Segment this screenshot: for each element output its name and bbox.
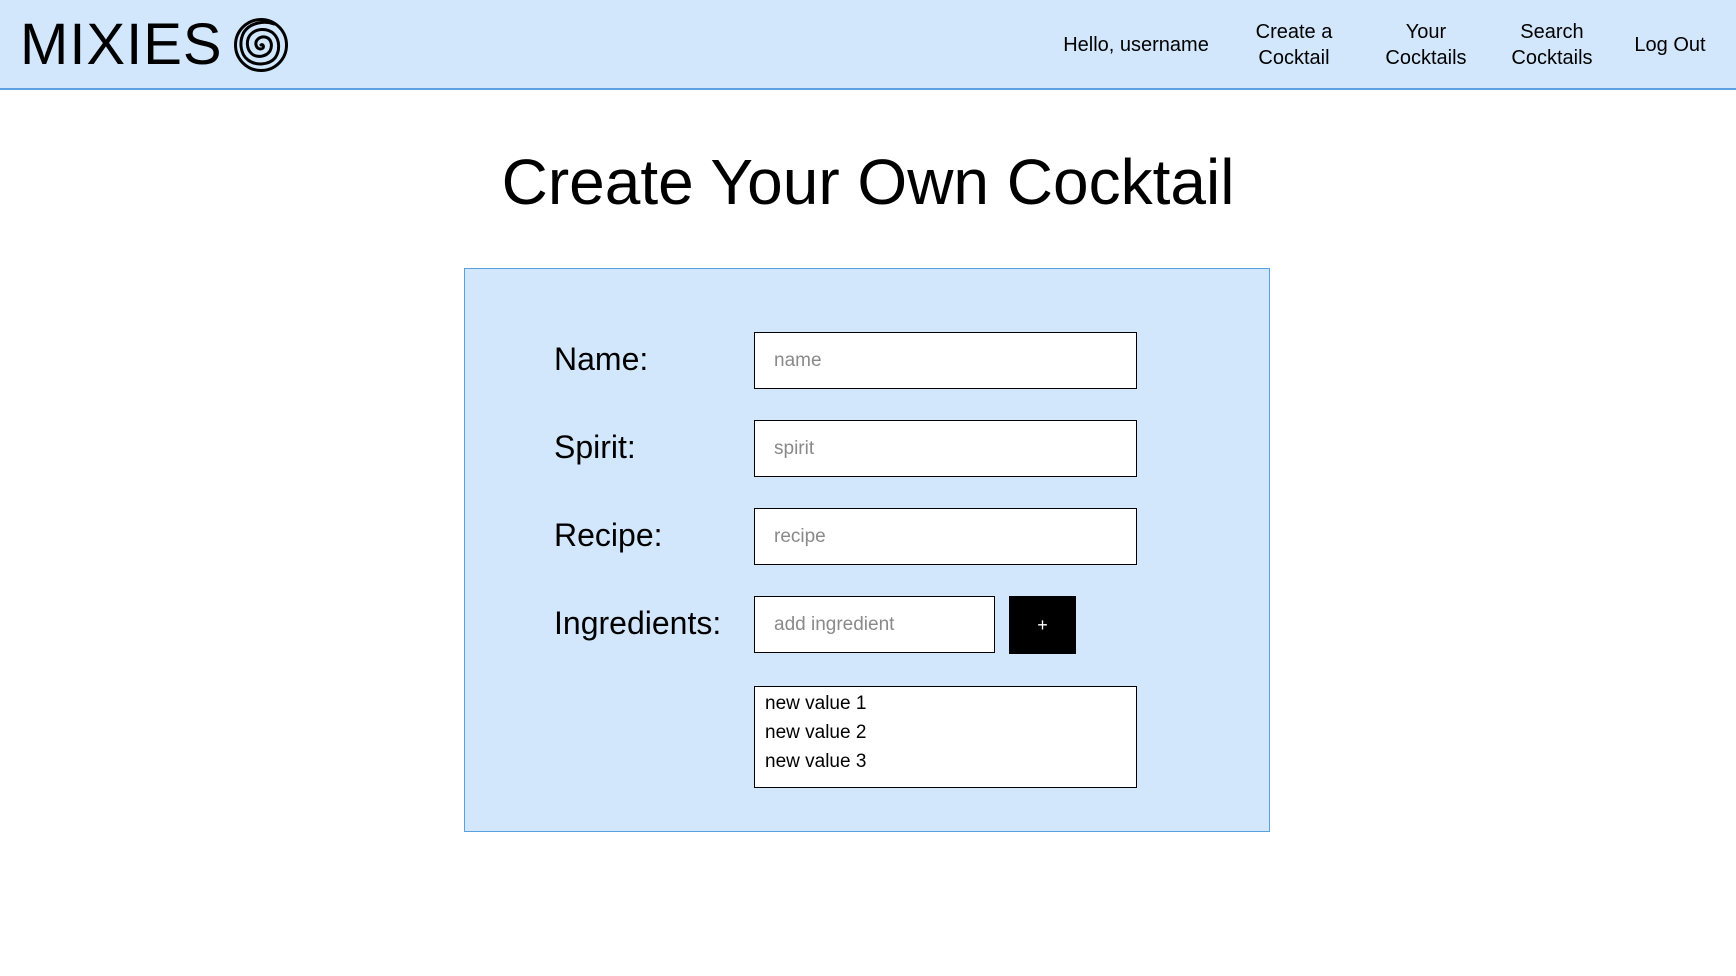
add-ingredient-button[interactable]: + bbox=[1009, 596, 1076, 654]
name-input[interactable] bbox=[754, 332, 1137, 389]
nav-search-cocktails[interactable]: Search Cocktails bbox=[1502, 0, 1602, 90]
nav-create-cocktail-line2: Cocktail bbox=[1258, 47, 1330, 69]
nav-your-cocktails-line2: Cocktails bbox=[1385, 47, 1467, 69]
nav-create-cocktail-line1: Create a bbox=[1255, 21, 1333, 43]
nav-create-cocktail[interactable]: Create a Cocktail bbox=[1238, 0, 1350, 90]
brand-name: MIXIES bbox=[20, 12, 223, 77]
list-item[interactable]: new value 3 bbox=[765, 747, 1126, 776]
nav-your-cocktails[interactable]: Your Cocktails bbox=[1376, 0, 1476, 90]
top-nav-bar: MIXIES Hello, username Create a Cocktail… bbox=[0, 0, 1736, 90]
list-item[interactable]: new value 2 bbox=[765, 718, 1126, 747]
nav-your-cocktails-line1: Your bbox=[1405, 21, 1447, 43]
spirit-input[interactable] bbox=[754, 420, 1137, 477]
create-cocktail-form: Name: Spirit: Recipe: Ingredients: + new… bbox=[464, 268, 1270, 832]
list-item[interactable]: new value 1 bbox=[765, 689, 1126, 718]
spirit-label: Spirit: bbox=[554, 429, 636, 465]
recipe-label: Recipe: bbox=[554, 517, 663, 553]
name-label: Name: bbox=[554, 341, 649, 377]
nav-log-out-label: Log Out bbox=[1634, 34, 1706, 56]
page-title: Create Your Own Cocktail bbox=[501, 146, 1235, 218]
nav-search-cocktails-line2: Cocktails bbox=[1511, 47, 1593, 69]
ingredient-list[interactable]: new value 1 new value 2 new value 3 bbox=[754, 686, 1137, 788]
spiral-icon bbox=[233, 18, 288, 72]
nav-search-cocktails-line1: Search bbox=[1520, 21, 1584, 43]
user-greeting-text: Hello, username bbox=[1063, 34, 1209, 56]
ingredients-label: Ingredients: bbox=[554, 605, 722, 641]
nav-log-out[interactable]: Log Out bbox=[1622, 0, 1718, 90]
brand[interactable]: MIXIES bbox=[20, 12, 289, 78]
add-ingredient-input[interactable] bbox=[754, 596, 995, 653]
user-greeting: Hello, username bbox=[1056, 0, 1216, 90]
recipe-input[interactable] bbox=[754, 508, 1137, 565]
